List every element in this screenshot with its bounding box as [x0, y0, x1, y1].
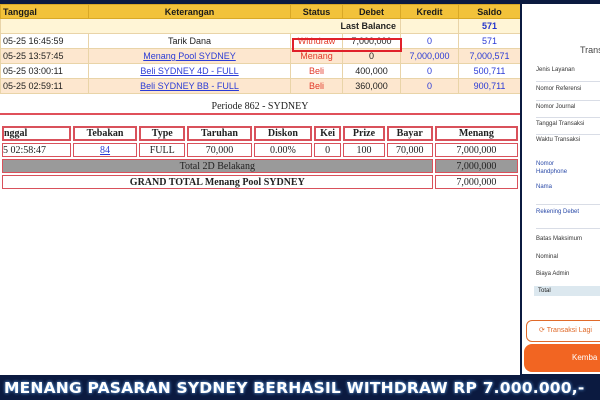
- refresh-icon: ⟳: [539, 327, 545, 334]
- field-waktu-transaksi: Waktu Transaksi: [536, 137, 581, 143]
- receipt-title: Trans: [580, 45, 600, 55]
- row-kredit: 0: [400, 63, 459, 79]
- col-prize: Prize: [343, 126, 385, 141]
- row-kredit: 0: [400, 33, 459, 49]
- row-tanggal: 05-25 13:57:45: [0, 48, 89, 64]
- subtotal-row: Total 2D Belakang 7,000,000: [2, 159, 518, 173]
- bet-detail-table: nggal Tebakan Type Taruhan Diskon Kei Pr…: [0, 124, 520, 191]
- field-nomor-handphone: Nomor Handphone: [536, 161, 568, 175]
- transaction-ledger: Tanggal Keterangan Status Debet Kredit S…: [0, 4, 520, 95]
- row-keterangan: Beli SYDNEY 4D - FULL: [88, 63, 291, 79]
- kembali-label: Kemba: [572, 353, 598, 362]
- col-keterangan: Keterangan: [88, 4, 291, 19]
- divider: [536, 81, 600, 82]
- col-tebakan: Tebakan: [72, 126, 138, 141]
- subtotal-label: Total 2D Belakang: [2, 159, 433, 173]
- field-nomor-journal: Nomor Journal: [536, 104, 576, 110]
- divider: [536, 228, 600, 229]
- col-status: Status: [290, 4, 343, 19]
- bet-taruhan: 70,000: [187, 143, 252, 157]
- bet-prize: 100: [343, 143, 385, 157]
- divider: [536, 134, 600, 135]
- field-tanggal-transaksi: Tanggal Transaksi: [536, 121, 585, 127]
- field-total: Total: [534, 286, 600, 296]
- row-keterangan: Menang Pool SYDNEY: [88, 48, 291, 64]
- row-debet: 400,000: [342, 63, 401, 79]
- field-batas-maksimum: Batas Maksimum: [536, 236, 583, 242]
- subtotal-value: 7,000,000: [434, 159, 518, 173]
- transaksi-lagi-label: Transaksi Lagi: [546, 327, 592, 334]
- divider: [536, 117, 600, 118]
- last-balance-spacer: [400, 18, 459, 34]
- menang-pool-link[interactable]: Menang Pool SYDNEY: [143, 51, 236, 61]
- row-keterangan: Beli SYDNEY BB - FULL: [88, 78, 291, 94]
- withdraw-highlight-box: [292, 38, 402, 52]
- periode-divider: [0, 113, 520, 115]
- table-row: 5 02:58:47 84 FULL 70,000 0.00% 0 100 70…: [2, 143, 518, 157]
- field-rekening-debet: Rekening Debet: [536, 209, 580, 215]
- bet-diskon: 0.00%: [253, 143, 313, 157]
- bet-kei: 0: [314, 143, 342, 157]
- periode-panel: Periode 862 - SYDNEY nggal Tebakan Type …: [0, 95, 520, 375]
- row-kredit: 7,000,000: [400, 48, 459, 64]
- row-kredit: 0: [400, 78, 459, 94]
- field-nominal: Nominal: [536, 254, 559, 260]
- bet-tebakan: 84: [72, 143, 138, 157]
- ledger-header-row: Tanggal Keterangan Status Debet Kredit S…: [0, 4, 520, 19]
- transaksi-lagi-button[interactable]: ⟳ Transaksi Lagi: [526, 320, 600, 342]
- field-nama: Nama: [536, 184, 553, 190]
- bet-type: FULL: [139, 143, 186, 157]
- grand-total-row: GRAND TOTAL Menang Pool SYDNEY 7,000,000: [2, 175, 518, 189]
- ledger-table: Tanggal Keterangan Status Debet Kredit S…: [0, 4, 520, 94]
- bet-header-row: nggal Tebakan Type Taruhan Diskon Kei Pr…: [2, 126, 518, 141]
- row-keterangan: Tarik Dana: [88, 33, 291, 49]
- row-saldo: 7,000,571: [458, 48, 520, 64]
- divider: [536, 100, 600, 101]
- row-debet: 360,000: [342, 78, 401, 94]
- col-kredit: Kredit: [400, 4, 459, 19]
- beli-4d-link[interactable]: Beli SYDNEY 4D - FULL: [140, 66, 238, 76]
- row-status: Beli: [290, 63, 343, 79]
- row-saldo: 900,711: [458, 78, 520, 94]
- col-menang: Menang: [434, 126, 518, 141]
- last-balance-label: Last Balance: [0, 18, 401, 34]
- col-kei: Kei: [314, 126, 342, 141]
- col-tanggal: nggal: [2, 126, 71, 141]
- field-biaya-admin: Biaya Admin: [536, 271, 570, 277]
- last-balance-row: Last Balance 571: [0, 18, 520, 34]
- table-row: 05-25 16:45:59 Tarik Dana Withdraw 7,000…: [0, 33, 520, 49]
- field-nomor-referensi: Nomor Referensi: [536, 86, 582, 92]
- col-taruhan: Taruhan: [187, 126, 252, 141]
- row-tanggal: 05-25 02:59:11: [0, 78, 89, 94]
- divider: [536, 204, 600, 205]
- tebakan-link[interactable]: 84: [100, 145, 110, 156]
- withdraw-success-banner: MENANG PASARAN SYDNEY BERHASIL WITHDRAW …: [0, 376, 600, 400]
- grand-total-value: 7,000,000: [434, 175, 518, 189]
- row-tanggal: 05-25 16:45:59: [0, 33, 89, 49]
- table-row: 05-25 13:57:45 Menang Pool SYDNEY Menang…: [0, 48, 520, 64]
- col-type: Type: [139, 126, 186, 141]
- beli-bb-link[interactable]: Beli SYDNEY BB - FULL: [140, 81, 239, 91]
- row-saldo: 500,711: [458, 63, 520, 79]
- row-saldo: 571: [458, 33, 520, 49]
- col-diskon: Diskon: [253, 126, 313, 141]
- transaction-receipt-panel: Trans Jenis Layanan Nomor Referensi Nomo…: [520, 4, 600, 374]
- last-balance-value: 571: [458, 18, 520, 34]
- col-debet: Debet: [342, 4, 401, 19]
- field-jenis-layanan: Jenis Layanan: [536, 67, 575, 73]
- table-row: 05-25 03:00:11 Beli SYDNEY 4D - FULL Bel…: [0, 63, 520, 79]
- col-saldo: Saldo: [458, 4, 520, 19]
- bet-menang: 7,000,000: [434, 143, 518, 157]
- col-tanggal: Tanggal: [0, 4, 89, 19]
- bet-tanggal: 5 02:58:47: [2, 143, 71, 157]
- grand-total-label: GRAND TOTAL Menang Pool SYDNEY: [2, 175, 433, 189]
- col-bayar: Bayar: [386, 126, 433, 141]
- table-row: 05-25 02:59:11 Beli SYDNEY BB - FULL Bel…: [0, 78, 520, 94]
- kembali-button[interactable]: Kemba: [524, 344, 600, 372]
- bet-bayar: 70,000: [386, 143, 433, 157]
- row-status: Beli: [290, 78, 343, 94]
- row-tanggal: 05-25 03:00:11: [0, 63, 89, 79]
- periode-title: Periode 862 - SYDNEY: [211, 101, 309, 112]
